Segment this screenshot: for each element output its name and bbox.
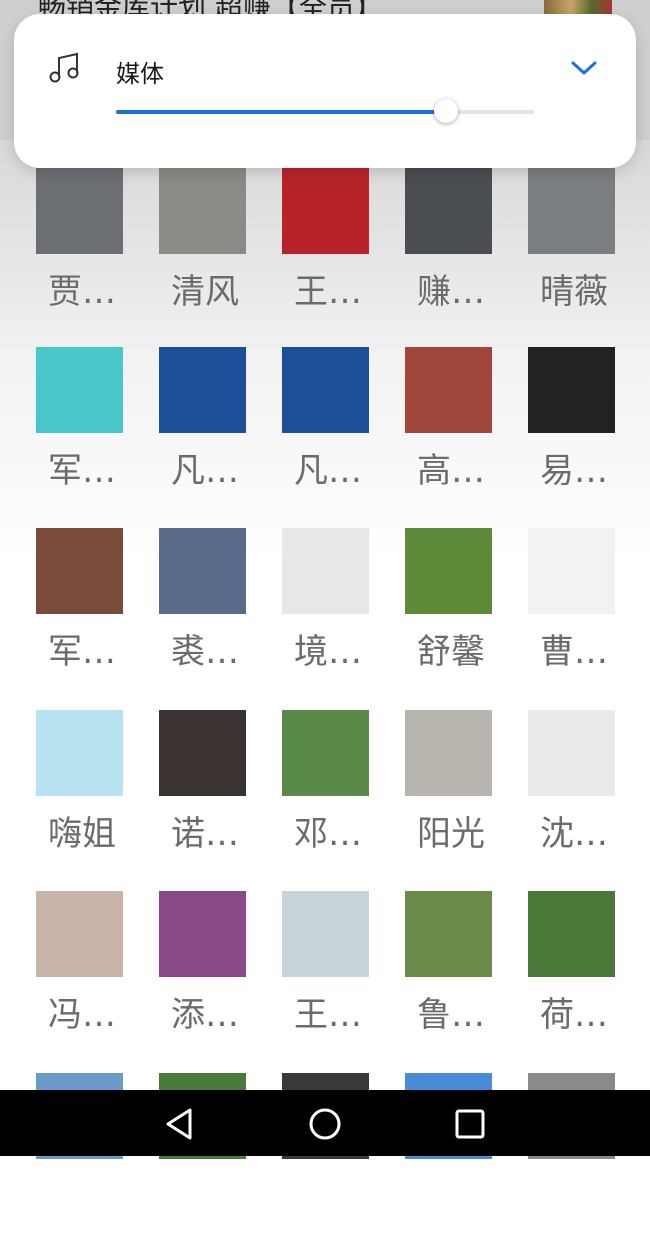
member-avatar[interactable] [528, 891, 615, 977]
member-cell[interactable]: 阳光 [369, 710, 492, 891]
member-avatar[interactable] [405, 710, 492, 796]
member-avatar[interactable] [282, 347, 369, 433]
header-thumbnail[interactable] [544, 0, 612, 14]
member-name: 荷… [540, 995, 608, 1035]
member-avatar[interactable] [405, 528, 492, 614]
member-avatar[interactable] [405, 891, 492, 977]
navigation-bar [0, 1090, 650, 1156]
member-avatar[interactable] [405, 168, 492, 254]
member-cell[interactable]: 晴薇 [492, 168, 615, 349]
member-grid: 贾… 清风 王… 赚… 晴薇 军… 凡… 凡… 高… 易… 军… 裘… 境… 舒馨 曹… 嗨姐 诺… 邓… 阳光 沈…… [0, 140, 650, 1159]
back-triangle-icon[interactable] [160, 1104, 200, 1144]
member-avatar[interactable] [282, 710, 369, 796]
member-cell[interactable]: 凡… [123, 347, 246, 528]
member-cell[interactable]: 添… [123, 891, 246, 1072]
member-avatar[interactable] [159, 710, 246, 796]
volume-slider-fill [116, 110, 447, 114]
member-avatar[interactable] [528, 528, 615, 614]
member-cell[interactable]: 易… [492, 347, 615, 528]
home-circle-icon[interactable] [305, 1104, 345, 1144]
member-cell[interactable]: 清风 [123, 168, 246, 349]
member-cell[interactable]: 冯… [0, 891, 123, 1072]
member-cell[interactable]: 沈… [492, 710, 615, 891]
member-avatar[interactable] [528, 710, 615, 796]
member-name: 沈… [540, 814, 608, 854]
member-cell[interactable]: 军… [0, 528, 123, 709]
member-cell[interactable]: 王… [246, 891, 369, 1072]
member-avatar[interactable] [36, 168, 123, 254]
chevron-down-icon[interactable] [570, 58, 598, 78]
member-avatar[interactable] [159, 891, 246, 977]
member-avatar[interactable] [36, 528, 123, 614]
member-name: 易… [540, 451, 608, 491]
member-cell[interactable]: 嗨姐 [0, 710, 123, 891]
member-cell[interactable]: 荷… [492, 891, 615, 1072]
member-avatar[interactable] [405, 347, 492, 433]
volume-slider[interactable] [116, 99, 534, 123]
recents-square-icon[interactable] [450, 1104, 490, 1144]
member-cell[interactable]: 舒馨 [369, 528, 492, 709]
member-cell[interactable]: 王… [246, 168, 369, 349]
member-cell[interactable]: 诺… [123, 710, 246, 891]
member-cell[interactable]: 曹… [492, 528, 615, 709]
member-cell[interactable]: 邓… [246, 710, 369, 891]
member-cell[interactable]: 军… [0, 347, 123, 528]
member-avatar[interactable] [159, 168, 246, 254]
member-cell[interactable]: 裘… [123, 528, 246, 709]
member-avatar[interactable] [36, 710, 123, 796]
volume-stream-label: 媒体 [116, 60, 164, 88]
member-avatar[interactable] [528, 168, 615, 254]
member-cell[interactable]: 高… [369, 347, 492, 528]
member-cell[interactable]: 贾… [0, 168, 123, 349]
member-cell[interactable]: 凡… [246, 347, 369, 528]
member-avatar[interactable] [282, 168, 369, 254]
member-name: 晴薇 [540, 272, 608, 312]
member-avatar[interactable] [528, 347, 615, 433]
music-note-icon [49, 52, 79, 83]
member-avatar[interactable] [36, 891, 123, 977]
member-avatar[interactable] [159, 347, 246, 433]
member-cell[interactable]: 赚… [369, 168, 492, 349]
member-cell[interactable]: 境… [246, 528, 369, 709]
member-avatar[interactable] [282, 891, 369, 977]
member-avatar[interactable] [36, 347, 123, 433]
volume-slider-thumb[interactable] [434, 99, 459, 123]
member-avatar[interactable] [282, 528, 369, 614]
member-avatar[interactable] [159, 528, 246, 614]
volume-panel: 媒体 [14, 14, 636, 168]
member-cell[interactable]: 鲁… [369, 891, 492, 1072]
member-name: 曹… [540, 632, 608, 672]
